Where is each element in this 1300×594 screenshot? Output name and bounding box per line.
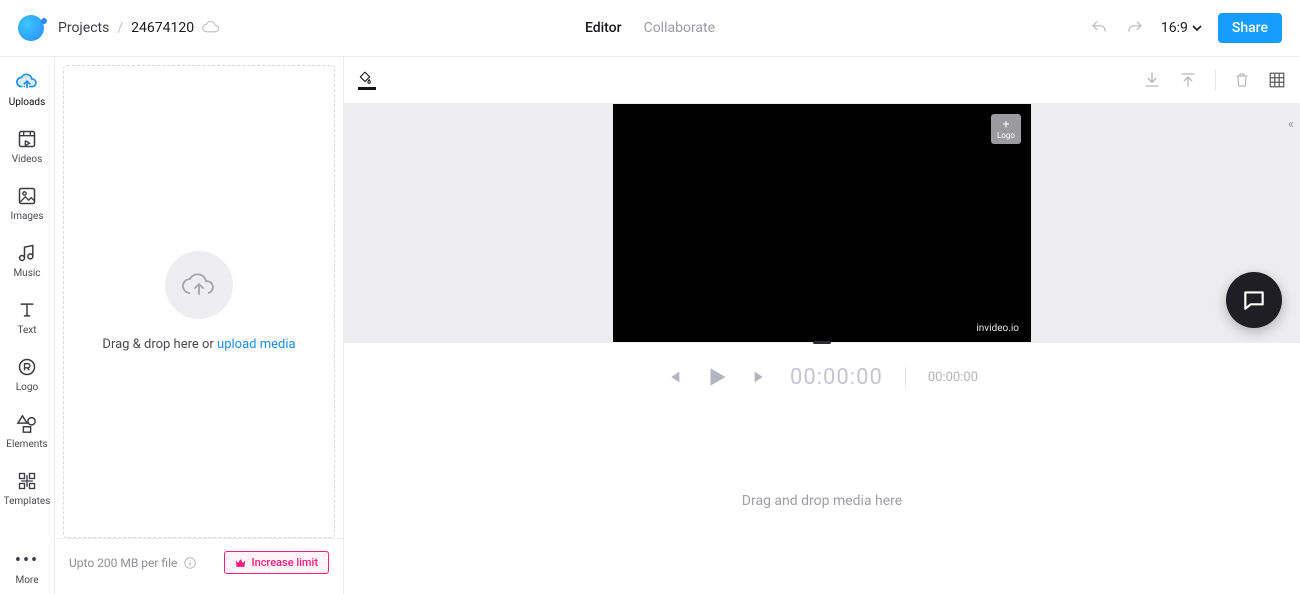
rail-elements[interactable]: Elements xyxy=(0,413,54,450)
rail-label: More xyxy=(15,575,38,586)
toolbar-separator xyxy=(1215,70,1216,90)
watermark-text: invideo.io xyxy=(976,323,1019,334)
plus-icon: + xyxy=(1003,118,1010,130)
rail-label: Uploads xyxy=(9,97,45,108)
breadcrumb: Projects / 24674120 xyxy=(58,20,220,36)
rail-label: Text xyxy=(17,325,36,336)
dropzone-text: Drag & drop here or upload media xyxy=(102,337,295,352)
rail-more[interactable]: ••• More xyxy=(0,549,54,586)
prev-frame-button[interactable] xyxy=(666,369,682,385)
rail-images[interactable]: Images xyxy=(0,185,54,222)
playback-controls: 00:00:00 00:00:00 xyxy=(344,346,1300,408)
templates-icon xyxy=(16,470,38,492)
aspect-ratio-value: 16:9 xyxy=(1161,20,1188,36)
trash-icon[interactable] xyxy=(1234,71,1250,89)
play-button[interactable] xyxy=(704,364,730,390)
side-rail: Uploads Videos Images Music Text xyxy=(0,57,55,594)
upload-media-link[interactable]: upload media xyxy=(217,337,296,352)
stage-toolbar xyxy=(344,57,1300,103)
mode-tabs: Editor Collaborate xyxy=(585,20,715,36)
upload-limit-text: Upto 200 MB per file xyxy=(69,556,197,570)
undo-button[interactable] xyxy=(1089,18,1109,38)
tab-editor[interactable]: Editor xyxy=(585,20,622,36)
rail-logo[interactable]: Logo xyxy=(0,356,54,393)
cloud-sync-icon[interactable] xyxy=(202,21,220,35)
film-icon xyxy=(16,128,38,150)
rail-label: Logo xyxy=(16,382,38,393)
dropzone-static-text: Drag & drop here or xyxy=(102,337,217,352)
limit-label: Upto 200 MB per file xyxy=(69,556,177,570)
rail-label: Videos xyxy=(12,154,43,165)
top-right-tools: 16:9 Share xyxy=(1089,13,1282,43)
timeline-dropzone[interactable]: Drag and drop media here xyxy=(344,408,1300,594)
upload-icon[interactable] xyxy=(1179,71,1197,89)
tab-collaborate[interactable]: Collaborate xyxy=(644,20,715,36)
upload-dropzone[interactable]: Drag & drop here or upload media xyxy=(63,65,335,538)
current-time: 00:00:00 xyxy=(790,365,883,390)
duration-time: 00:00:00 xyxy=(928,370,978,385)
rail-label: Elements xyxy=(6,439,47,450)
breadcrumb-project-id[interactable]: 24674120 xyxy=(131,20,194,36)
stage: + Logo invideo.io « 00:00:00 00:00:00 D xyxy=(344,57,1300,594)
crown-icon xyxy=(235,558,246,568)
logo-placeholder[interactable]: + Logo xyxy=(991,114,1021,144)
next-frame-button[interactable] xyxy=(752,369,768,385)
share-button[interactable]: Share xyxy=(1218,13,1282,43)
panel-footer: Upto 200 MB per file Increase limit xyxy=(55,538,343,586)
text-icon xyxy=(16,299,38,321)
dots-icon: ••• xyxy=(16,549,38,571)
breadcrumb-sep: / xyxy=(117,20,123,36)
color-fill-tool[interactable] xyxy=(358,71,376,90)
breadcrumb-root[interactable]: Projects xyxy=(58,20,109,36)
chevron-down-icon xyxy=(1192,24,1202,32)
registered-icon xyxy=(16,356,38,378)
timeline-hint-text: Drag and drop media here xyxy=(742,493,902,509)
redo-button[interactable] xyxy=(1125,18,1145,38)
top-bar: Projects / 24674120 Editor Collaborate 1… xyxy=(0,0,1300,57)
video-canvas[interactable]: + Logo invideo.io xyxy=(613,104,1031,342)
time-separator xyxy=(905,367,906,387)
image-icon xyxy=(16,185,38,207)
music-note-icon xyxy=(16,242,38,264)
aspect-ratio-select[interactable]: 16:9 xyxy=(1161,20,1202,36)
canvas-area: + Logo invideo.io « xyxy=(344,103,1300,343)
cloud-upload-icon xyxy=(16,71,38,93)
rail-music[interactable]: Music xyxy=(0,242,54,279)
download-icon[interactable] xyxy=(1143,71,1161,89)
uploads-panel: Drag & drop here or upload media Upto 20… xyxy=(55,57,344,594)
grid-icon[interactable] xyxy=(1268,71,1286,89)
rail-templates[interactable]: Templates xyxy=(0,470,54,507)
rail-videos[interactable]: Videos xyxy=(0,128,54,165)
rail-label: Images xyxy=(10,211,43,222)
rail-uploads[interactable]: Uploads xyxy=(0,71,54,108)
collapse-panel-icon[interactable]: « xyxy=(1288,117,1294,132)
increase-limit-label: Increase limit xyxy=(251,556,318,569)
increase-limit-button[interactable]: Increase limit xyxy=(224,551,329,574)
panel-resize-handle[interactable] xyxy=(813,341,831,344)
rail-label: Templates xyxy=(4,496,51,507)
cloud-upload-icon xyxy=(165,251,233,319)
shapes-icon xyxy=(16,413,38,435)
chat-bubble-icon xyxy=(1241,287,1267,313)
rail-label: Music xyxy=(13,268,40,279)
logo-chip-label: Logo xyxy=(997,131,1015,140)
rail-text[interactable]: Text xyxy=(0,299,54,336)
info-icon[interactable] xyxy=(183,556,197,570)
app-logo[interactable] xyxy=(18,15,44,41)
chat-fab[interactable] xyxy=(1226,272,1282,328)
